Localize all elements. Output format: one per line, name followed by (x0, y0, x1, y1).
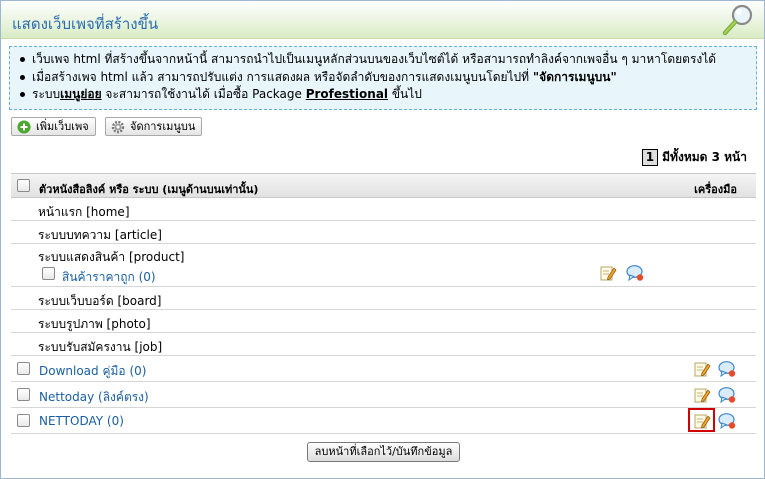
comment-delete-icon[interactable] (626, 264, 644, 282)
row-checkbox[interactable] (42, 267, 55, 280)
page-link-download[interactable]: Download คู่มือ (39, 364, 126, 378)
add-page-button[interactable]: เพิ่มเว็บเพจ (11, 117, 96, 136)
table-row: Nettoday (ลิงค์ตรง) (11, 382, 756, 408)
add-icon (17, 120, 31, 134)
info-box: เว็บเพจ html ที่สร้างขึ้นจากหน้านี้ สามา… (9, 46, 757, 110)
info-line-2: เมื่อสร้างเพจ html แล้ว สามารถปรับแต่ง ก… (20, 69, 756, 87)
gear-icon (111, 120, 125, 134)
table-row: ระบบเว็บบอร์ด [board] (11, 287, 756, 310)
table-row: ระบบบทความ [article] (11, 221, 756, 244)
info-line-1: เว็บเพจ html ที่สร้างขึ้นจากหน้านี้ สามา… (20, 51, 756, 69)
page-link-nettoday[interactable]: Nettoday (39, 390, 94, 404)
page-title: แสดงเว็บเพจที่สร้างขึ้น (12, 15, 159, 33)
table-row: ระบบรับสมัครงาน [job] (11, 333, 756, 356)
row-checkbox[interactable] (17, 414, 30, 427)
table-row: Download คู่มือ (0) (11, 356, 756, 382)
page-link-nettoday-upper[interactable]: NETTODAY (39, 414, 103, 428)
page-number[interactable]: 1 (641, 149, 659, 166)
menu-table: ตัวหนังสือลิงค์ หรือ ระบบ (เมนูด้านบนเท่… (11, 173, 756, 434)
info-line-3: ระบบเมนูย่อย จะสามารถใช้งานได้ เมื่อซื้อ… (20, 86, 756, 104)
table-row: หน้าแรก [home] (11, 198, 756, 221)
edit-icon[interactable] (693, 386, 711, 404)
row-checkbox[interactable] (17, 362, 30, 375)
pager: 1 มีทั้งหมด 3 หน้า (641, 148, 747, 167)
table-row: NETTODAY (0) (11, 408, 756, 434)
table-row: ระบบรูปภาพ [photo] (11, 310, 756, 333)
manage-menu-button[interactable]: จัดการเมนูบน (105, 117, 203, 136)
edit-icon[interactable] (599, 264, 617, 282)
delete-save-button[interactable]: ลบหน้าที่เลือกไว้/บันทึกข้อมูล (307, 442, 460, 462)
product-sub-link[interactable]: สินค้าราคาถูก (62, 270, 135, 284)
page-total-label: มีทั้งหมด 3 หน้า (662, 150, 747, 164)
comment-delete-icon[interactable] (718, 386, 736, 404)
magnifier-icon (722, 4, 753, 36)
edit-icon[interactable] (693, 412, 711, 430)
comment-delete-icon[interactable] (718, 412, 736, 430)
comment-delete-icon[interactable] (718, 360, 736, 378)
edit-icon[interactable] (693, 360, 711, 378)
column-header-tools: เครื่องมือ (694, 183, 737, 196)
table-header: ตัวหนังสือลิงค์ หรือ ระบบ (เมนูด้านบนเท่… (11, 173, 756, 198)
column-header-label: ตัวหนังสือลิงค์ หรือ ระบบ (เมนูด้านบนเท่… (39, 183, 259, 196)
select-all-checkbox[interactable] (17, 179, 30, 192)
panel-header: แสดงเว็บเพจที่สร้างขึ้น (1, 1, 764, 39)
page-panel: แสดงเว็บเพจที่สร้างขึ้น เว็บเพจ html ที่… (0, 0, 765, 479)
table-row: ระบบแสดงสินค้า [product] สินค้าราคาถูก (… (11, 244, 756, 287)
row-checkbox[interactable] (17, 388, 30, 401)
